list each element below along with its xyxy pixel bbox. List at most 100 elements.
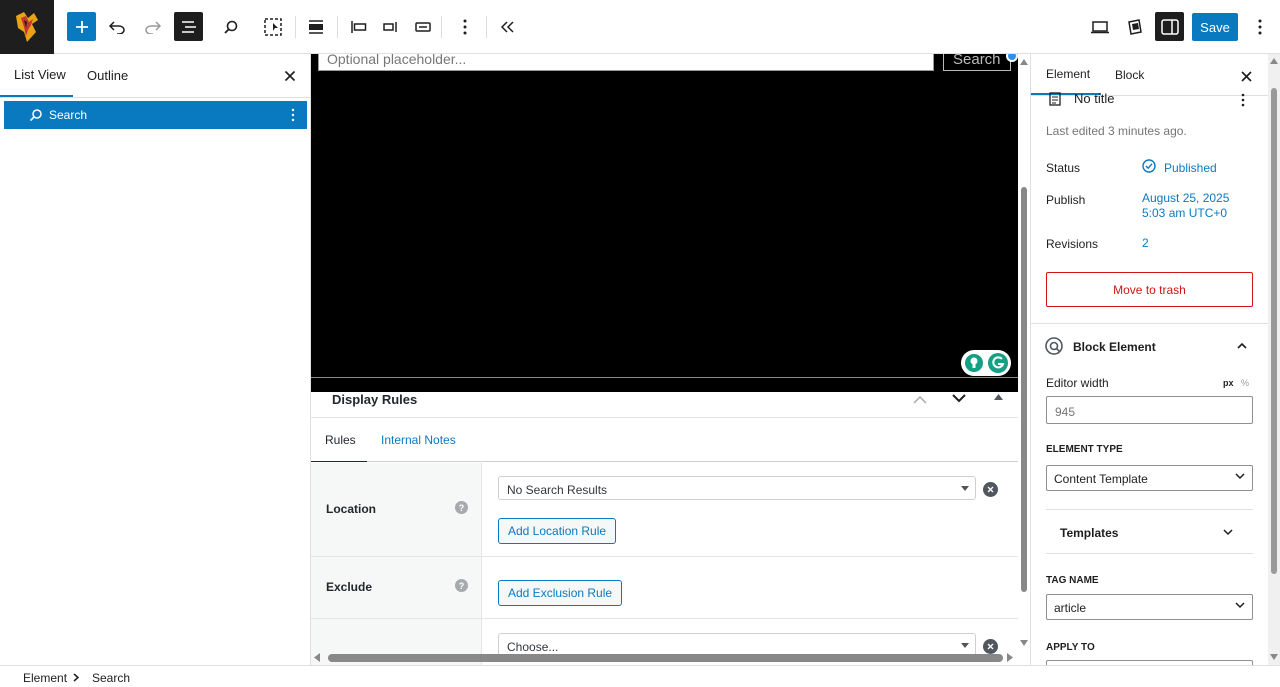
breadcrumb: Element Search [0,665,1280,687]
horizontal-scrollbar[interactable] [328,654,1003,662]
exclude-label: Exclude [326,580,373,594]
preview-button[interactable] [1085,12,1115,42]
justify-space-button[interactable] [408,12,438,42]
document-icon [1049,92,1061,106]
find-button[interactable] [216,12,246,42]
more-vertical-icon[interactable] [291,108,295,122]
editor-canvas: Optional placeholder... Search Display R… [311,54,1018,665]
close-list-view-button[interactable] [280,66,300,86]
search-icon [224,20,238,34]
tab-outline[interactable]: Outline [87,54,128,97]
tag-name-label: TAG NAME [1046,575,1099,586]
publish-time-link[interactable]: 5:03 am UTC+0 [1142,206,1227,221]
tab-element[interactable]: Element [1031,54,1101,95]
sidebar-scrollbar[interactable] [1268,54,1280,665]
close-sidebar-button[interactable] [1236,66,1256,86]
last-edited-text: Last edited 3 minutes ago. [1046,124,1187,138]
add-location-rule-button[interactable]: Add Location Rule [498,518,617,544]
justify-space-icon [415,22,431,32]
justify-left-button[interactable] [344,12,374,42]
more-vertical-icon[interactable] [1241,93,1245,107]
caret-up-icon[interactable] [994,394,1003,400]
help-icon[interactable]: ? [455,501,468,514]
redo-button[interactable] [138,12,168,42]
undo-icon [108,21,125,34]
tag-name-select[interactable]: article [1046,594,1253,620]
breadcrumb-item-element[interactable]: Element [23,671,67,685]
status-value-link[interactable]: Published [1164,161,1217,176]
search-input[interactable]: Optional placeholder... [318,54,934,71]
toolbar-divider [486,16,487,38]
panel-divider [0,97,311,98]
unit-percent-toggle[interactable]: % [1241,378,1249,388]
scroll-down-icon[interactable] [1020,640,1028,646]
block-element-section-title[interactable]: Block Element [1073,340,1156,354]
revisions-link[interactable]: 2 [1142,236,1149,251]
search-button[interactable]: Search [943,54,1011,71]
grammarly-widget[interactable] [961,350,1011,376]
chevron-down-icon [1235,602,1245,609]
rule-label-cell: Location ? [311,463,482,556]
list-view-panel: List View Outline Search [0,54,311,665]
justify-center-button[interactable] [376,12,406,42]
align-button[interactable] [301,12,331,42]
block-options-button[interactable] [450,12,480,42]
scroll-down-icon[interactable] [1270,654,1278,660]
templates-toggle[interactable]: Templates [1060,526,1118,540]
element-type-select[interactable]: Content Template [1046,465,1253,491]
undo-button[interactable] [102,12,132,42]
chevron-down-icon[interactable] [1223,529,1233,536]
scroll-left-icon[interactable] [314,653,320,662]
document-overview-button[interactable] [174,12,203,41]
tab-block[interactable]: Block [1115,54,1144,95]
more-vertical-icon [463,19,467,35]
location-rule-row: Location ? No Search Results Add Locatio… [311,463,1018,557]
publish-date-link[interactable]: August 25, 2025 [1142,191,1229,206]
tab-rules[interactable]: Rules [311,418,367,462]
list-view-icon [181,20,196,33]
chevron-down-icon[interactable] [952,394,966,403]
chevron-up-icon[interactable] [913,395,927,404]
scrollbar-thumb[interactable] [1021,187,1027,592]
select-mode-icon [264,18,282,36]
user-select-value: Choose... [507,640,559,654]
section-divider [1046,509,1253,510]
breadcrumb-item-search[interactable]: Search [92,671,130,685]
element-type-label: ELEMENT TYPE [1046,444,1123,455]
list-item[interactable]: Search [4,101,307,129]
scroll-up-icon[interactable] [1020,59,1028,65]
tab-list-view[interactable]: List View [0,54,73,97]
select-mode-button[interactable] [258,12,288,42]
editor-width-input[interactable]: 945 [1046,396,1253,424]
site-logo[interactable] [0,0,54,54]
chevron-up-icon[interactable] [1237,342,1247,349]
settings-sidebar-button[interactable] [1155,12,1184,41]
options-button[interactable] [1245,12,1275,42]
remove-rule-icon[interactable] [983,482,998,497]
display-rules-tabs: Rules Internal Notes [311,418,1018,462]
document-title: No title [1074,91,1115,106]
add-exclusion-rule-button[interactable]: Add Exclusion Rule [498,580,623,606]
canvas-scrollbar[interactable] [1018,54,1030,665]
block-preview[interactable]: Optional placeholder... Search [311,54,1018,392]
save-button[interactable]: Save [1192,13,1238,41]
scrollbar-thumb[interactable] [1271,88,1277,574]
toolbar-divider [337,16,338,38]
scroll-up-icon[interactable] [1270,58,1278,64]
tab-internal-notes[interactable]: Internal Notes [381,418,456,462]
move-to-trash-button[interactable]: Move to trash [1046,272,1253,307]
unit-px-toggle[interactable]: px [1223,378,1234,388]
location-select[interactable]: No Search Results [498,476,976,500]
caret-down-icon [961,643,969,648]
toolbar-divider [295,16,296,38]
location-select-value: No Search Results [507,483,608,497]
display-rules-title: Display Rules [332,392,418,407]
add-block-button[interactable] [67,12,96,41]
close-icon [987,643,994,650]
phoenix-logo-icon [16,12,38,42]
remove-rule-icon[interactable] [983,639,998,654]
collapse-toolbar-button[interactable] [493,12,523,42]
scroll-right-icon[interactable] [1007,653,1013,662]
help-icon[interactable]: ? [455,579,468,592]
styles-button[interactable] [1120,12,1150,42]
